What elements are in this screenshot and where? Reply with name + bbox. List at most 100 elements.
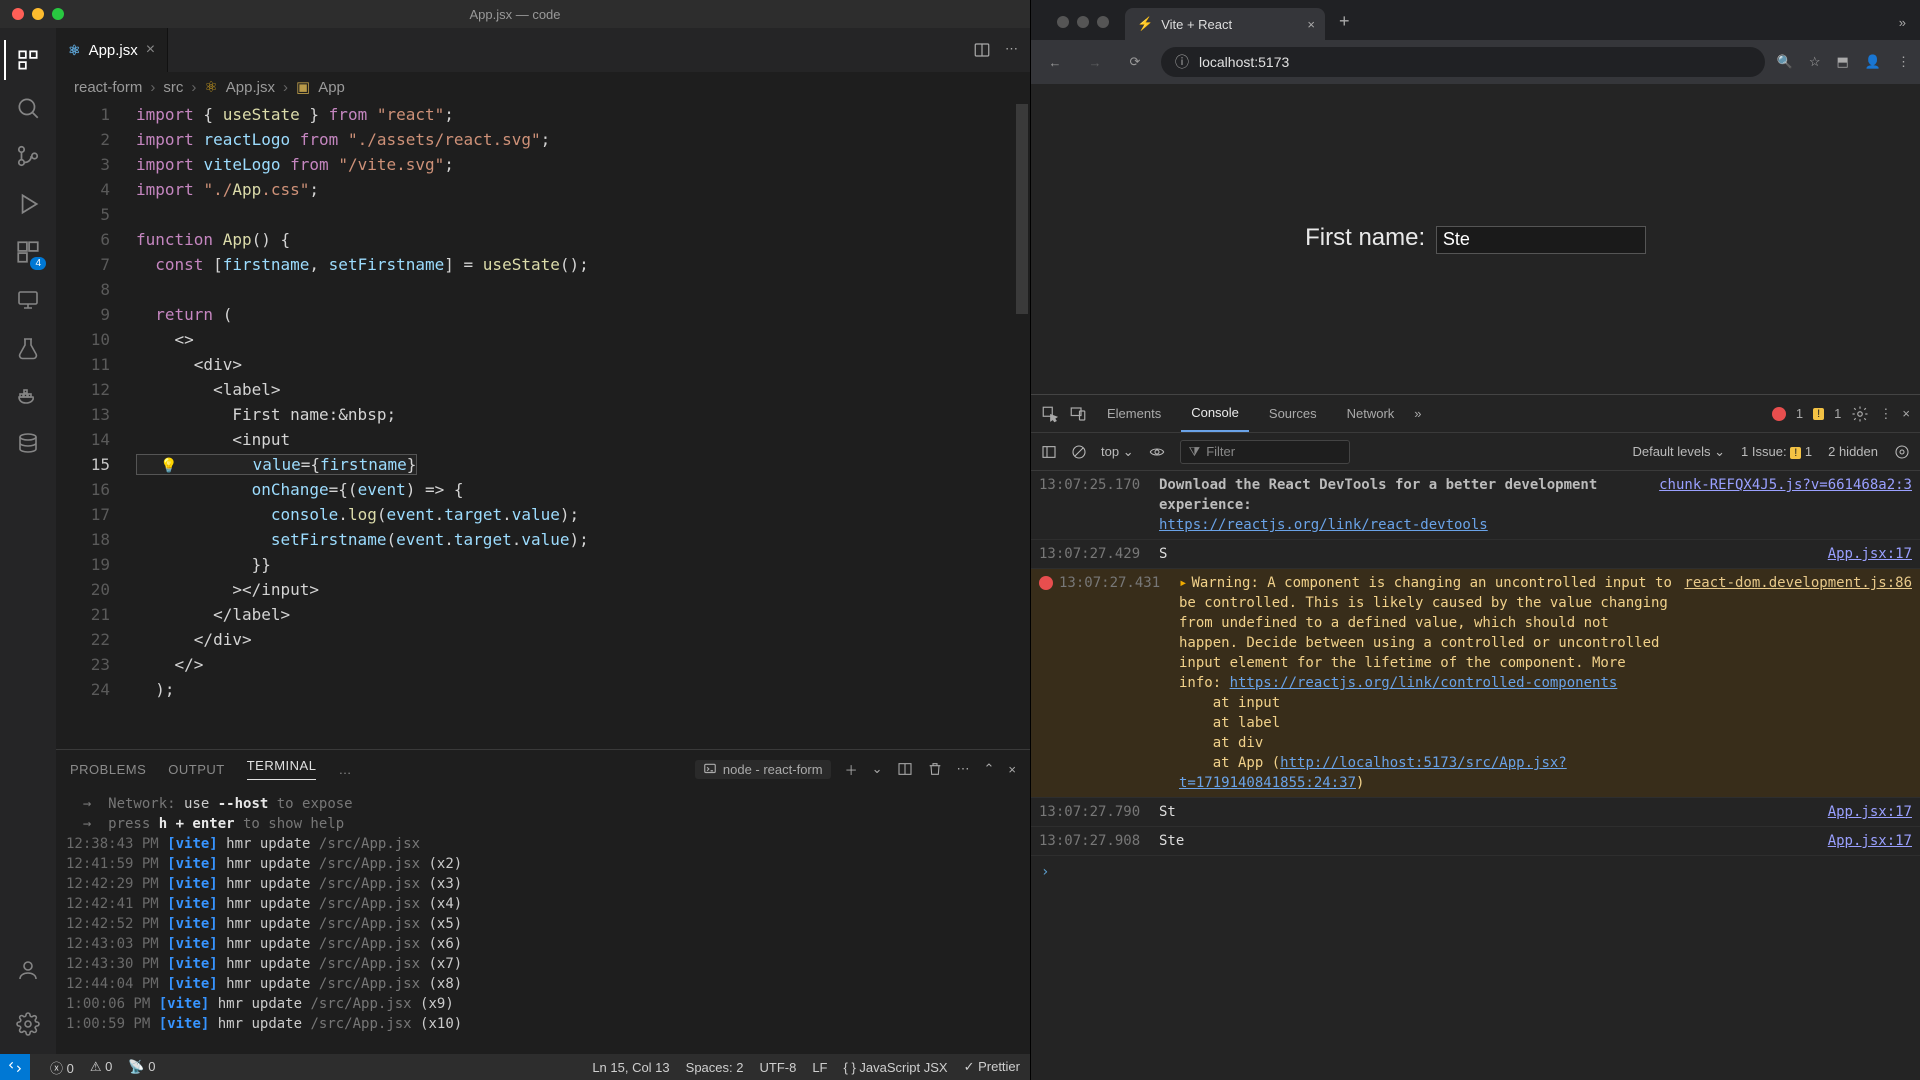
breadcrumbs[interactable]: react-form › src › ⚛ App.jsx › ▣ App	[56, 72, 1030, 102]
more-panel-icon[interactable]: ⋯	[957, 761, 970, 777]
install-app-icon[interactable]: ⬒	[1837, 54, 1849, 70]
forward-icon[interactable]: →	[1081, 55, 1109, 70]
titlebar: App.jsx — code	[0, 0, 1030, 28]
accounts-icon[interactable]	[4, 946, 52, 994]
split-terminal-icon[interactable]	[897, 761, 913, 777]
tab-elements[interactable]: Elements	[1097, 395, 1171, 432]
new-tab-icon[interactable]: +	[1327, 11, 1362, 40]
live-expression-icon[interactable]	[1148, 444, 1166, 460]
more-actions-icon[interactable]: ⋯	[1005, 41, 1018, 59]
status-language[interactable]: { } JavaScript JSX	[844, 1060, 948, 1075]
status-ports[interactable]: 📡 0	[128, 1059, 155, 1075]
status-warnings[interactable]: ⚠ 0	[90, 1059, 113, 1075]
back-icon[interactable]: ←	[1041, 55, 1069, 70]
code-content[interactable]: import { useState } from "react";import …	[136, 102, 1030, 749]
zoom-icon[interactable]: 🔍	[1777, 54, 1793, 70]
close-panel-icon[interactable]: ×	[1008, 762, 1016, 777]
page-content: First name:	[1031, 84, 1920, 394]
tab-more[interactable]: …	[338, 762, 352, 777]
settings-gear-icon[interactable]	[4, 1000, 52, 1048]
status-encoding[interactable]: UTF-8	[759, 1060, 796, 1075]
line-gutter: 123456789101112131415161718192021222324	[56, 102, 136, 749]
tabs-overflow-icon[interactable]: »	[1885, 15, 1920, 40]
close-window-icon[interactable]	[1057, 16, 1069, 28]
site-info-icon[interactable]: ⓘ	[1175, 52, 1189, 72]
status-errors[interactable]: ⓧ 0	[50, 1058, 74, 1077]
status-line-col[interactable]: Ln 15, Col 13	[592, 1060, 669, 1075]
tab-problems[interactable]: PROBLEMS	[70, 762, 146, 777]
minimize-window-icon[interactable]	[1077, 16, 1089, 28]
tab-favicon-icon: ⚡	[1137, 16, 1153, 32]
address-bar[interactable]: ⓘ localhost:5173	[1161, 47, 1765, 77]
terminal-dropdown-icon[interactable]: ⌄	[872, 761, 883, 777]
devtools-menu-icon[interactable]: ⋮	[1879, 406, 1892, 422]
console-log[interactable]: 13:07:25.170Download the React DevTools …	[1031, 471, 1920, 1080]
warn-indicator-icon[interactable]: !	[1813, 408, 1824, 420]
extensions-badge: 4	[30, 257, 46, 270]
new-terminal-icon[interactable]: ＋	[845, 760, 858, 779]
close-tab-icon[interactable]: ×	[146, 41, 155, 59]
maximize-window-icon[interactable]	[1097, 16, 1109, 28]
lightbulb-icon[interactable]: 💡	[160, 454, 177, 479]
source-control-icon[interactable]	[4, 132, 52, 180]
first-name-label: First name:	[1305, 224, 1646, 254]
reload-icon[interactable]: ⟳	[1121, 54, 1149, 70]
status-indent[interactable]: Spaces: 2	[686, 1060, 744, 1075]
console-settings-icon[interactable]	[1894, 444, 1910, 460]
vscode-window: App.jsx — code 4	[0, 0, 1030, 1080]
issues-link[interactable]: 1 Issue: ! 1	[1741, 444, 1812, 459]
execution-context-select[interactable]: top ⌄	[1101, 444, 1134, 460]
terminal-output[interactable]: → Network: use --host to expose → press …	[56, 788, 1030, 1054]
status-prettier[interactable]: ✓ Prettier	[964, 1059, 1020, 1075]
devtools-close-icon[interactable]: ×	[1902, 406, 1910, 421]
tab-output[interactable]: OUTPUT	[168, 762, 224, 777]
tab-app-jsx[interactable]: ⚛ App.jsx ×	[56, 28, 168, 72]
breadcrumb-item[interactable]: App	[318, 79, 345, 96]
tab-terminal[interactable]: TERMINAL	[247, 758, 317, 780]
run-debug-icon[interactable]	[4, 180, 52, 228]
remote-indicator-icon[interactable]	[0, 1054, 30, 1080]
activity-bar: 4	[0, 28, 56, 1054]
tab-network[interactable]: Network	[1337, 395, 1405, 432]
close-tab-icon[interactable]: ×	[1307, 17, 1315, 32]
browser-tab[interactable]: ⚡ Vite + React ×	[1125, 8, 1325, 40]
editor-scrollbar[interactable]	[1016, 102, 1028, 749]
clear-console-icon[interactable]	[1071, 444, 1087, 460]
remote-explorer-icon[interactable]	[4, 276, 52, 324]
bookmark-icon[interactable]: ☆	[1809, 54, 1821, 70]
tab-filename: App.jsx	[89, 42, 138, 59]
maximize-panel-icon[interactable]: ⌃	[984, 761, 995, 777]
database-icon[interactable]	[4, 420, 52, 468]
tab-sources[interactable]: Sources	[1259, 395, 1327, 432]
menu-icon[interactable]: ⋮	[1897, 54, 1910, 70]
devtools-settings-icon[interactable]	[1851, 405, 1869, 423]
browser-tabstrip: ⚡ Vite + React × + »	[1031, 0, 1920, 40]
kill-terminal-icon[interactable]	[927, 761, 943, 777]
url-text: localhost:5173	[1199, 54, 1289, 70]
error-indicator-icon[interactable]	[1772, 407, 1786, 421]
more-tabs-icon[interactable]: »	[1414, 406, 1421, 421]
first-name-input[interactable]	[1436, 226, 1646, 254]
docker-icon[interactable]	[4, 372, 52, 420]
breadcrumb-item[interactable]: src	[163, 79, 183, 96]
chevron-right-icon: ›	[191, 79, 196, 96]
search-icon[interactable]	[4, 84, 52, 132]
hidden-messages[interactable]: 2 hidden	[1828, 444, 1878, 459]
device-toolbar-icon[interactable]	[1069, 405, 1087, 423]
explorer-icon[interactable]	[4, 36, 52, 84]
profile-icon[interactable]: 👤	[1865, 54, 1881, 70]
breadcrumb-item[interactable]: App.jsx	[226, 79, 275, 96]
testing-icon[interactable]	[4, 324, 52, 372]
tab-console[interactable]: Console	[1181, 395, 1249, 432]
status-eol[interactable]: LF	[812, 1060, 827, 1075]
toggle-sidebar-icon[interactable]	[1041, 444, 1057, 460]
log-levels-select[interactable]: Default levels ⌄	[1632, 444, 1725, 460]
console-filter-input[interactable]: ⧩ Filter	[1180, 440, 1350, 464]
extensions-icon[interactable]: 4	[4, 228, 52, 276]
breadcrumb-item[interactable]: react-form	[74, 79, 142, 96]
inspect-element-icon[interactable]	[1041, 405, 1059, 423]
console-toolbar: top ⌄ ⧩ Filter Default levels ⌄ 1 Issue:…	[1031, 433, 1920, 471]
code-editor[interactable]: 123456789101112131415161718192021222324 …	[56, 102, 1030, 749]
split-editor-icon[interactable]	[973, 41, 991, 59]
terminal-task-chip[interactable]: node - react-form	[695, 760, 831, 779]
